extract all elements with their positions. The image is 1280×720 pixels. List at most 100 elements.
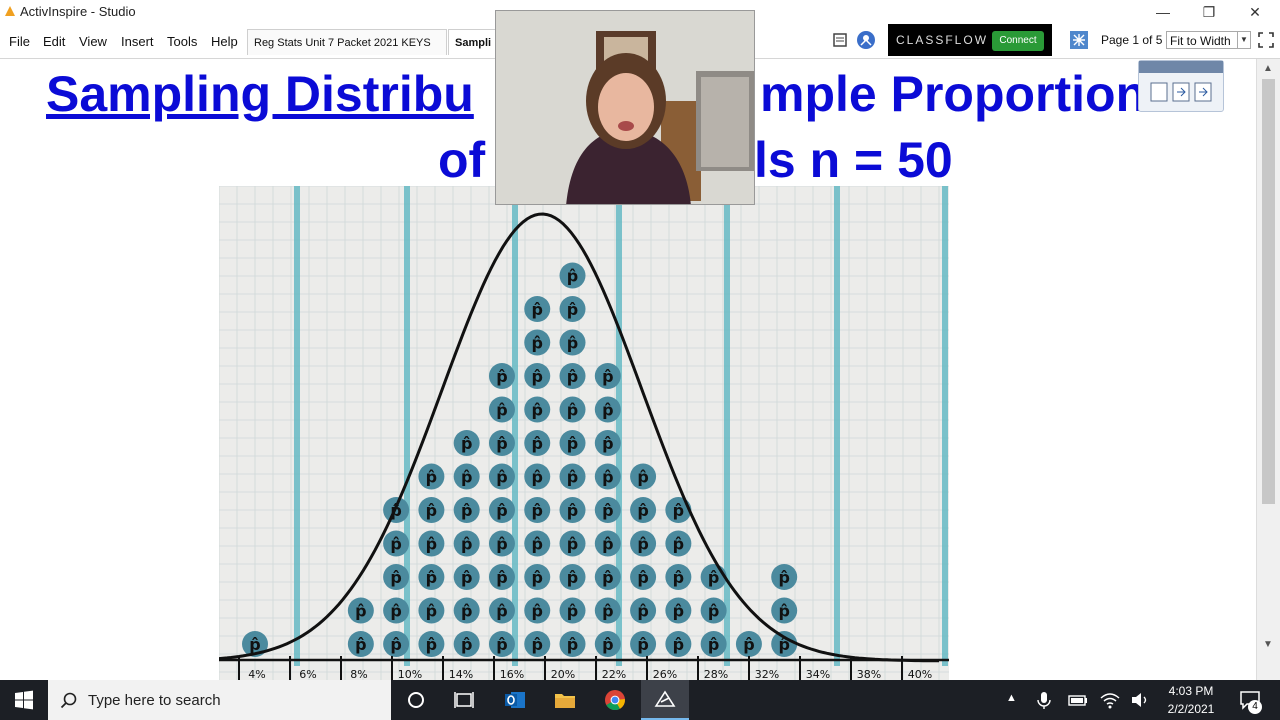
p-hat-dot-label: p̂ — [602, 401, 613, 420]
notification-count-badge: 4 — [1248, 700, 1262, 714]
microphone-icon[interactable] — [1032, 688, 1056, 712]
scroll-up-icon[interactable]: ▲ — [1263, 63, 1273, 74]
chevron-up-icon[interactable]: ▲ — [1006, 692, 1017, 704]
fullscreen-icon[interactable] — [1258, 32, 1274, 48]
axis-tick-label: 10% — [398, 668, 422, 680]
p-hat-dot-label: p̂ — [708, 568, 719, 587]
p-hat-dot-label: p̂ — [567, 635, 578, 654]
zoom-value: Fit to Width — [1170, 34, 1231, 48]
outlook-icon[interactable] — [503, 688, 527, 712]
scroll-down-icon[interactable]: ▼ — [1263, 639, 1273, 650]
windows-start-icon[interactable] — [12, 688, 36, 712]
axis-tick-label: 38% — [857, 668, 881, 680]
axis-tick-label: 16% — [500, 668, 524, 680]
p-hat-dot-label: p̂ — [461, 568, 472, 587]
menu-file[interactable]: File — [9, 34, 30, 49]
classflow-logo: CLASSFLOW — [896, 33, 989, 47]
p-hat-dot-label: p̂ — [496, 401, 507, 420]
p-hat-dot-label: p̂ — [355, 635, 366, 654]
p-hat-dot-label: p̂ — [532, 568, 543, 587]
tab-label: Sampli — [455, 37, 492, 49]
p-hat-dot-label: p̂ — [567, 602, 578, 621]
p-hat-dot-label: p̂ — [778, 602, 789, 621]
slide-title-part-1: Sampling Distribu — [46, 66, 474, 122]
p-hat-dot-label: p̂ — [567, 501, 578, 520]
menu-insert[interactable]: Insert — [121, 34, 154, 49]
volume-icon[interactable] — [1128, 688, 1152, 712]
scrollbar-thumb[interactable] — [1262, 79, 1275, 504]
p-hat-dot-label: p̂ — [602, 501, 613, 520]
taskbar-active-app[interactable] — [641, 680, 689, 720]
p-hat-dot-label: p̂ — [532, 501, 543, 520]
minimize-button[interactable]: — — [1140, 0, 1186, 24]
axis-tick-label: 40% — [908, 668, 932, 680]
p-hat-dot-label: p̂ — [602, 367, 613, 386]
page-indicator: Page 1 of 5 — [1101, 33, 1163, 47]
p-hat-dot-label: p̂ — [567, 535, 578, 554]
p-hat-dot-label: p̂ — [673, 635, 684, 654]
menu-tools[interactable]: Tools — [167, 34, 197, 49]
flipchart-icon[interactable] — [1069, 30, 1089, 50]
dotplot-poster: p̂ p̂ p̂ p̂ p̂ p̂ p̂ p̂ p̂ p̂ p̂ p̂ p̂ p̂ p̂ p̂ p̂ p̂ p̂ p̂… — [219, 186, 949, 680]
p-hat-dot-label: p̂ — [532, 300, 543, 319]
document-icon[interactable] — [832, 32, 848, 48]
menu-view[interactable]: View — [79, 34, 107, 49]
cortana-icon[interactable] — [404, 688, 428, 712]
clock-date[interactable]: 2/2/2021 — [1158, 702, 1224, 716]
wifi-icon[interactable] — [1098, 688, 1122, 712]
axis-tick-label: 4% — [248, 668, 265, 680]
clock-time[interactable]: 4:03 PM — [1158, 684, 1224, 698]
toolbox-titlebar[interactable] — [1139, 61, 1223, 73]
p-hat-dot-label: p̂ — [567, 468, 578, 487]
presenter-video — [496, 11, 754, 204]
p-hat-dot-label: p̂ — [532, 468, 543, 487]
taskbar-search[interactable]: Type here to search — [48, 680, 391, 720]
zoom-select[interactable]: Fit to Width ▼ — [1166, 31, 1251, 49]
floating-toolbox[interactable] — [1138, 60, 1224, 112]
p-hat-dot-label: p̂ — [708, 635, 719, 654]
p-hat-dot-label: p̂ — [496, 367, 507, 386]
menu-help[interactable]: Help — [211, 34, 238, 49]
share-icon[interactable] — [856, 30, 876, 50]
search-placeholder: Type here to search — [88, 692, 221, 709]
p-hat-dot-label: p̂ — [496, 535, 507, 554]
battery-icon[interactable] — [1066, 688, 1090, 712]
p-hat-dot-label: p̂ — [461, 635, 472, 654]
vertical-stripe — [724, 186, 730, 666]
close-button[interactable]: ✕ — [1232, 0, 1278, 24]
task-view-icon[interactable] — [452, 688, 476, 712]
p-hat-dot-label: p̂ — [602, 602, 613, 621]
p-hat-dot-label: p̂ — [496, 568, 507, 587]
p-hat-dot-label: p̂ — [708, 602, 719, 621]
search-icon — [60, 692, 77, 709]
p-hat-dot-label: p̂ — [390, 602, 401, 621]
p-hat-dot-label: p̂ — [673, 568, 684, 587]
p-hat-dot-label: p̂ — [567, 334, 578, 353]
axis-tick-label: 22% — [602, 668, 626, 680]
p-hat-dot-label: p̂ — [461, 602, 472, 621]
chevron-down-icon[interactable]: ▼ — [1237, 32, 1250, 48]
vertical-scrollbar[interactable]: ▲ ▼ — [1256, 59, 1280, 680]
axis-tick-label: 26% — [653, 668, 677, 680]
p-hat-dot-label: p̂ — [567, 267, 578, 286]
classflow-connect-button[interactable]: Connect — [992, 31, 1044, 51]
taskbar: Type here to search ▲ 4:03 PM 2/2/2021 4 — [0, 680, 1280, 720]
p-hat-dot-label: p̂ — [637, 468, 648, 487]
p-hat-dot-label: p̂ — [390, 568, 401, 587]
restore-button[interactable]: ❐ — [1186, 0, 1232, 24]
menu-edit[interactable]: Edit — [43, 34, 65, 49]
p-hat-dot-label: p̂ — [496, 434, 507, 453]
webcam-overlay — [495, 10, 755, 205]
slide-subtitle-part-1: of — [438, 132, 486, 188]
p-hat-dot-label: p̂ — [743, 635, 754, 654]
axis-tick-label: 14% — [449, 668, 473, 680]
p-hat-dot-label: p̂ — [426, 468, 437, 487]
chrome-icon[interactable] — [603, 688, 627, 712]
tab-flipchart-keys[interactable]: Reg Stats Unit 7 Packet 2021 KEYS✕ — [247, 29, 447, 76]
file-explorer-icon[interactable] — [553, 688, 577, 712]
p-hat-dot-label: p̂ — [426, 568, 437, 587]
p-hat-dot-label: p̂ — [496, 602, 507, 621]
toolbox-page-icons[interactable] — [1149, 81, 1213, 103]
dotplot-drawing: p̂ p̂ p̂ p̂ p̂ p̂ p̂ p̂ p̂ p̂ p̂ p̂ p̂ p̂ p̂ p̂ p̂ p̂ p̂ p̂… — [219, 186, 949, 680]
vertical-stripe — [512, 186, 518, 666]
